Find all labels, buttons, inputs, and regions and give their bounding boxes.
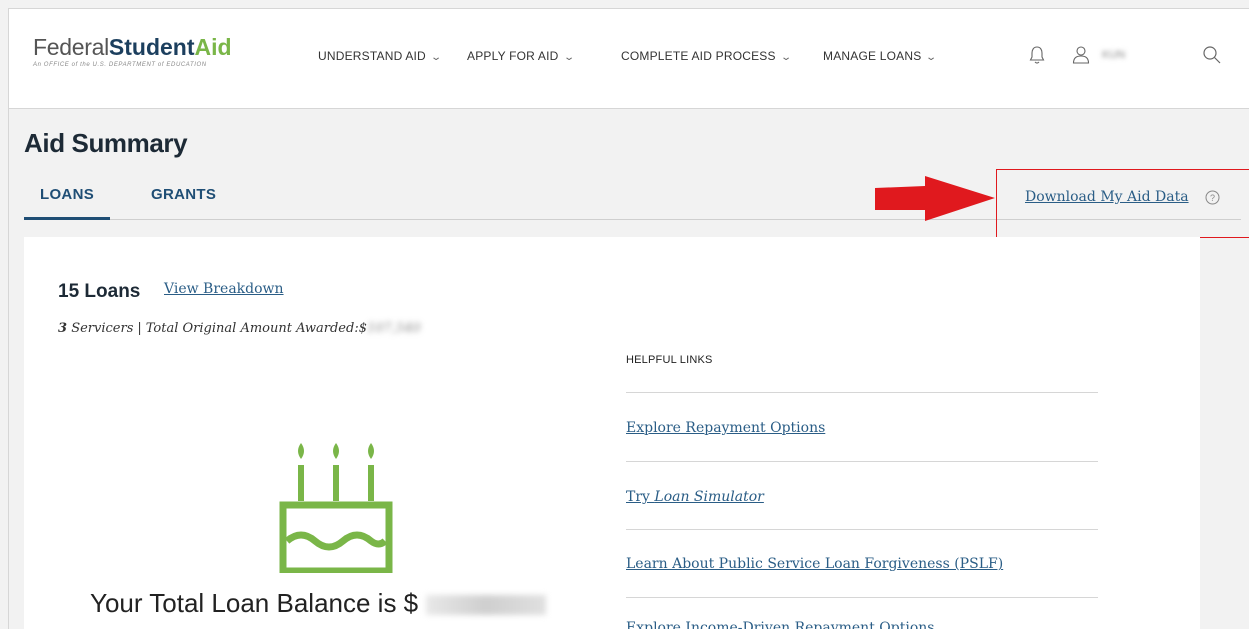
page-title: Aid Summary	[24, 128, 188, 158]
chevron-down-icon: ⌄	[779, 52, 793, 63]
tab-grants[interactable]: GRANTS	[151, 186, 216, 220]
nav-manage-loans[interactable]: MANAGE LOANS ⌄	[823, 49, 938, 63]
help-icon[interactable]: ?	[1205, 190, 1220, 210]
link-income-driven-repayment[interactable]: Explore Income-Driven Repayment Options	[626, 620, 934, 629]
chevron-down-icon: ⌄	[562, 52, 575, 63]
link-try-loan-simulator[interactable]: Try Loan Simulator	[626, 489, 764, 505]
chevron-down-icon: ⌄	[430, 52, 443, 63]
logo-wordmark: FederalStudentAid	[33, 34, 232, 60]
site-header: FederalStudentAid An OFFICE of the U.S. …	[9, 9, 1249, 109]
bell-icon[interactable]	[1029, 45, 1045, 70]
loan-count: 15 Loans	[58, 281, 141, 302]
loan-subline: 3 Servicers | Total Original Amount Awarde…	[58, 321, 421, 336]
divider	[626, 597, 1098, 598]
link-explore-repayment-options[interactable]: Explore Repayment Options	[626, 420, 825, 436]
logo-subtitle: An OFFICE of the U.S. DEPARTMENT of EDUC…	[33, 62, 207, 68]
fsa-logo[interactable]: FederalStudentAid An OFFICE of the U.S. …	[33, 33, 253, 73]
chevron-down-icon: ⌄	[925, 52, 938, 63]
original-amount-value: 107,540	[366, 321, 421, 336]
red-arrow-annotation	[875, 176, 995, 221]
divider	[626, 529, 1098, 530]
download-my-aid-data-link[interactable]: Download My Aid Data	[1025, 189, 1189, 205]
tab-loans[interactable]: LOANS	[24, 186, 110, 220]
user-icon[interactable]	[1072, 45, 1090, 70]
view-breakdown-link[interactable]: View Breakdown	[164, 281, 284, 297]
total-loan-balance: Your Total Loan Balance is $	[90, 588, 547, 619]
balance-value-redacted	[426, 595, 547, 616]
divider	[626, 461, 1098, 462]
search-icon[interactable]	[1202, 45, 1222, 70]
cake-icon	[279, 443, 393, 573]
svg-text:?: ?	[1210, 193, 1215, 203]
helpful-links-heading: HELPFUL LINKS	[626, 354, 713, 366]
nav-understand-aid[interactable]: UNDERSTAND AID ⌄	[318, 49, 443, 63]
nav-apply-for-aid[interactable]: APPLY FOR AID ⌄	[467, 49, 575, 63]
divider	[626, 392, 1098, 393]
user-menu[interactable]: KUN	[1102, 49, 1125, 61]
link-learn-about-pslf[interactable]: Learn About Public Service Loan Forgiven…	[626, 556, 1003, 572]
nav-complete-aid-process[interactable]: COMPLETE AID PROCESS ⌄	[621, 49, 793, 63]
